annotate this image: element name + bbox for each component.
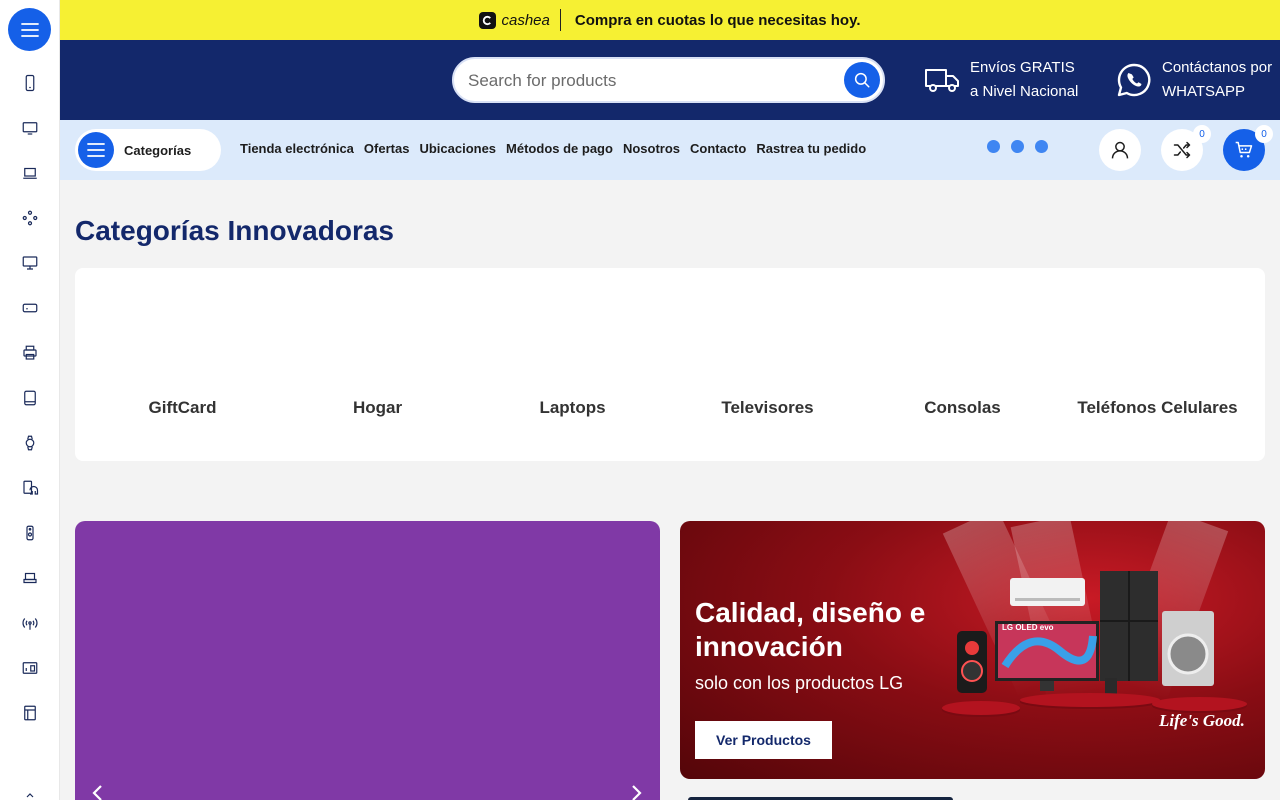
- cart-count-badge: 0: [1255, 125, 1273, 143]
- side-menu-button[interactable]: [8, 8, 51, 51]
- account-button[interactable]: [1099, 129, 1141, 171]
- promo-slider[interactable]: [75, 521, 660, 800]
- wifi-icon[interactable]: [18, 611, 42, 635]
- categories-card: GiftCard Hogar Laptops Televisores Conso…: [75, 268, 1265, 461]
- card-icon[interactable]: [18, 701, 42, 725]
- promo-bar: cashea Compra en cuotas lo que necesitas…: [60, 0, 1280, 40]
- nav-links: Tienda electrónica Ofertas Ubicaciones M…: [240, 141, 866, 156]
- category-telefonos[interactable]: Teléfonos Celulares: [1060, 398, 1255, 418]
- lg-tagline: Life's Good.: [1159, 711, 1245, 730]
- cart-button[interactable]: 0: [1223, 125, 1273, 171]
- category-laptops[interactable]: Laptops: [475, 398, 670, 418]
- categories-label: Categorías: [124, 142, 192, 158]
- side-category-rail: [0, 0, 60, 800]
- whatsapp-contact[interactable]: Contáctanos por WHATSAPP: [1116, 56, 1272, 104]
- truck-icon: [924, 66, 960, 94]
- main-navbar: Categorías Tienda electrónica Ofertas Ub…: [60, 120, 1280, 180]
- pedestal: [1020, 693, 1160, 707]
- category-giftcard[interactable]: GiftCard: [85, 398, 280, 418]
- slider-next-button[interactable]: [627, 783, 647, 800]
- nav-link-tienda[interactable]: Tienda electrónica: [240, 141, 354, 156]
- phone-icon[interactable]: [18, 71, 42, 95]
- pedestal: [1152, 697, 1247, 711]
- scroll-up-icon[interactable]: [18, 785, 42, 800]
- categories-menu-icon: [78, 132, 114, 168]
- appliance-icon[interactable]: [18, 656, 42, 680]
- search-icon: [854, 72, 870, 88]
- compare-button[interactable]: 0: [1161, 125, 1211, 171]
- search-button[interactable]: [844, 62, 880, 98]
- speaker-icon[interactable]: [18, 521, 42, 545]
- gamepad-icon[interactable]: [18, 206, 42, 230]
- chevron-left-icon: [92, 785, 102, 800]
- category-hogar[interactable]: Hogar: [280, 398, 475, 418]
- cashea-logo[interactable]: cashea: [479, 11, 550, 29]
- laptop-icon[interactable]: [18, 161, 42, 185]
- search-input[interactable]: [468, 69, 828, 93]
- promo-divider: [559, 9, 561, 31]
- tablet-icon[interactable]: [18, 386, 42, 410]
- shipping-line-1: Envíos GRATIS: [970, 59, 1075, 76]
- category-televisores[interactable]: Televisores: [670, 398, 865, 418]
- compare-count-badge: 0: [1193, 125, 1211, 143]
- categories-section-title: Categorías Innovadoras: [75, 215, 394, 246]
- cart-icon: [1235, 141, 1253, 158]
- banner-title: Calidad, diseño e innovación: [695, 597, 926, 662]
- promo-message[interactable]: Compra en cuotas lo que necesitas hoy.: [575, 12, 861, 29]
- category-consolas[interactable]: Consolas: [865, 398, 1060, 418]
- nav-link-metodos-pago[interactable]: Métodos de pago: [506, 141, 613, 156]
- shipping-line-2: a Nivel Nacional: [970, 83, 1079, 100]
- whatsapp-icon: [1116, 62, 1152, 98]
- nav-link-ofertas[interactable]: Ofertas: [364, 141, 410, 156]
- site-header: Envíos GRATIS a Nivel Nacional Contáctan…: [60, 40, 1280, 120]
- shuffle-icon: [1173, 141, 1191, 159]
- cashea-brand-name: cashea: [501, 11, 550, 29]
- tv-icon[interactable]: [18, 116, 42, 140]
- banner-subtitle: solo con los productos LG: [695, 673, 904, 693]
- printer-icon[interactable]: [18, 341, 42, 365]
- user-icon: [1111, 141, 1129, 159]
- ver-productos-button[interactable]: Ver Productos: [695, 721, 832, 759]
- loading-dot: [1035, 140, 1048, 153]
- devices-icon[interactable]: [18, 566, 42, 590]
- contact-line-1: Contáctanos por: [1162, 59, 1273, 76]
- cashea-logo-icon: [479, 11, 497, 29]
- categories-button[interactable]: Categorías: [75, 129, 221, 171]
- headset-icon[interactable]: [18, 476, 42, 500]
- storage-icon[interactable]: [18, 296, 42, 320]
- pedestal: [942, 701, 1020, 715]
- search-bar: [452, 57, 885, 103]
- smartwatch-icon[interactable]: [18, 431, 42, 455]
- free-shipping-info: Envíos GRATIS a Nivel Nacional: [924, 56, 1078, 104]
- contact-line-2: WHATSAPP: [1162, 83, 1246, 100]
- tv-label: LG OLED evo: [1002, 623, 1054, 632]
- loading-dots: [987, 140, 1048, 153]
- nav-link-nosotros[interactable]: Nosotros: [623, 141, 680, 156]
- loading-dot: [1011, 140, 1024, 153]
- nav-link-contacto[interactable]: Contacto: [690, 141, 746, 156]
- monitor-icon[interactable]: [18, 251, 42, 275]
- lg-promo-banner[interactable]: Calidad, diseño e innovación solo con lo…: [680, 521, 1265, 779]
- nav-link-rastrea[interactable]: Rastrea tu pedido: [756, 141, 866, 156]
- loading-dot: [987, 140, 1000, 153]
- slider-prev-button[interactable]: [87, 783, 107, 800]
- chevron-right-icon: [632, 785, 642, 800]
- nav-link-ubicaciones[interactable]: Ubicaciones: [419, 141, 496, 156]
- hamburger-icon: [20, 22, 39, 37]
